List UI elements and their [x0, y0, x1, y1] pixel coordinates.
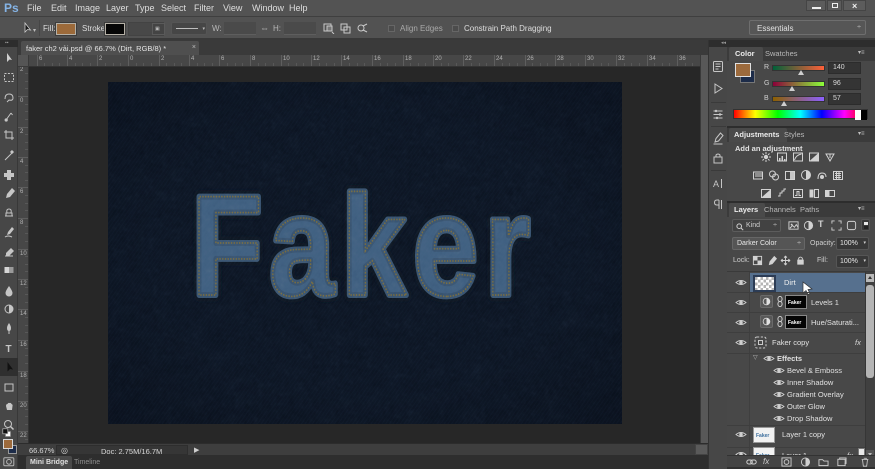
- svg-text:A: A: [713, 179, 719, 189]
- svg-text:T: T: [6, 344, 12, 355]
